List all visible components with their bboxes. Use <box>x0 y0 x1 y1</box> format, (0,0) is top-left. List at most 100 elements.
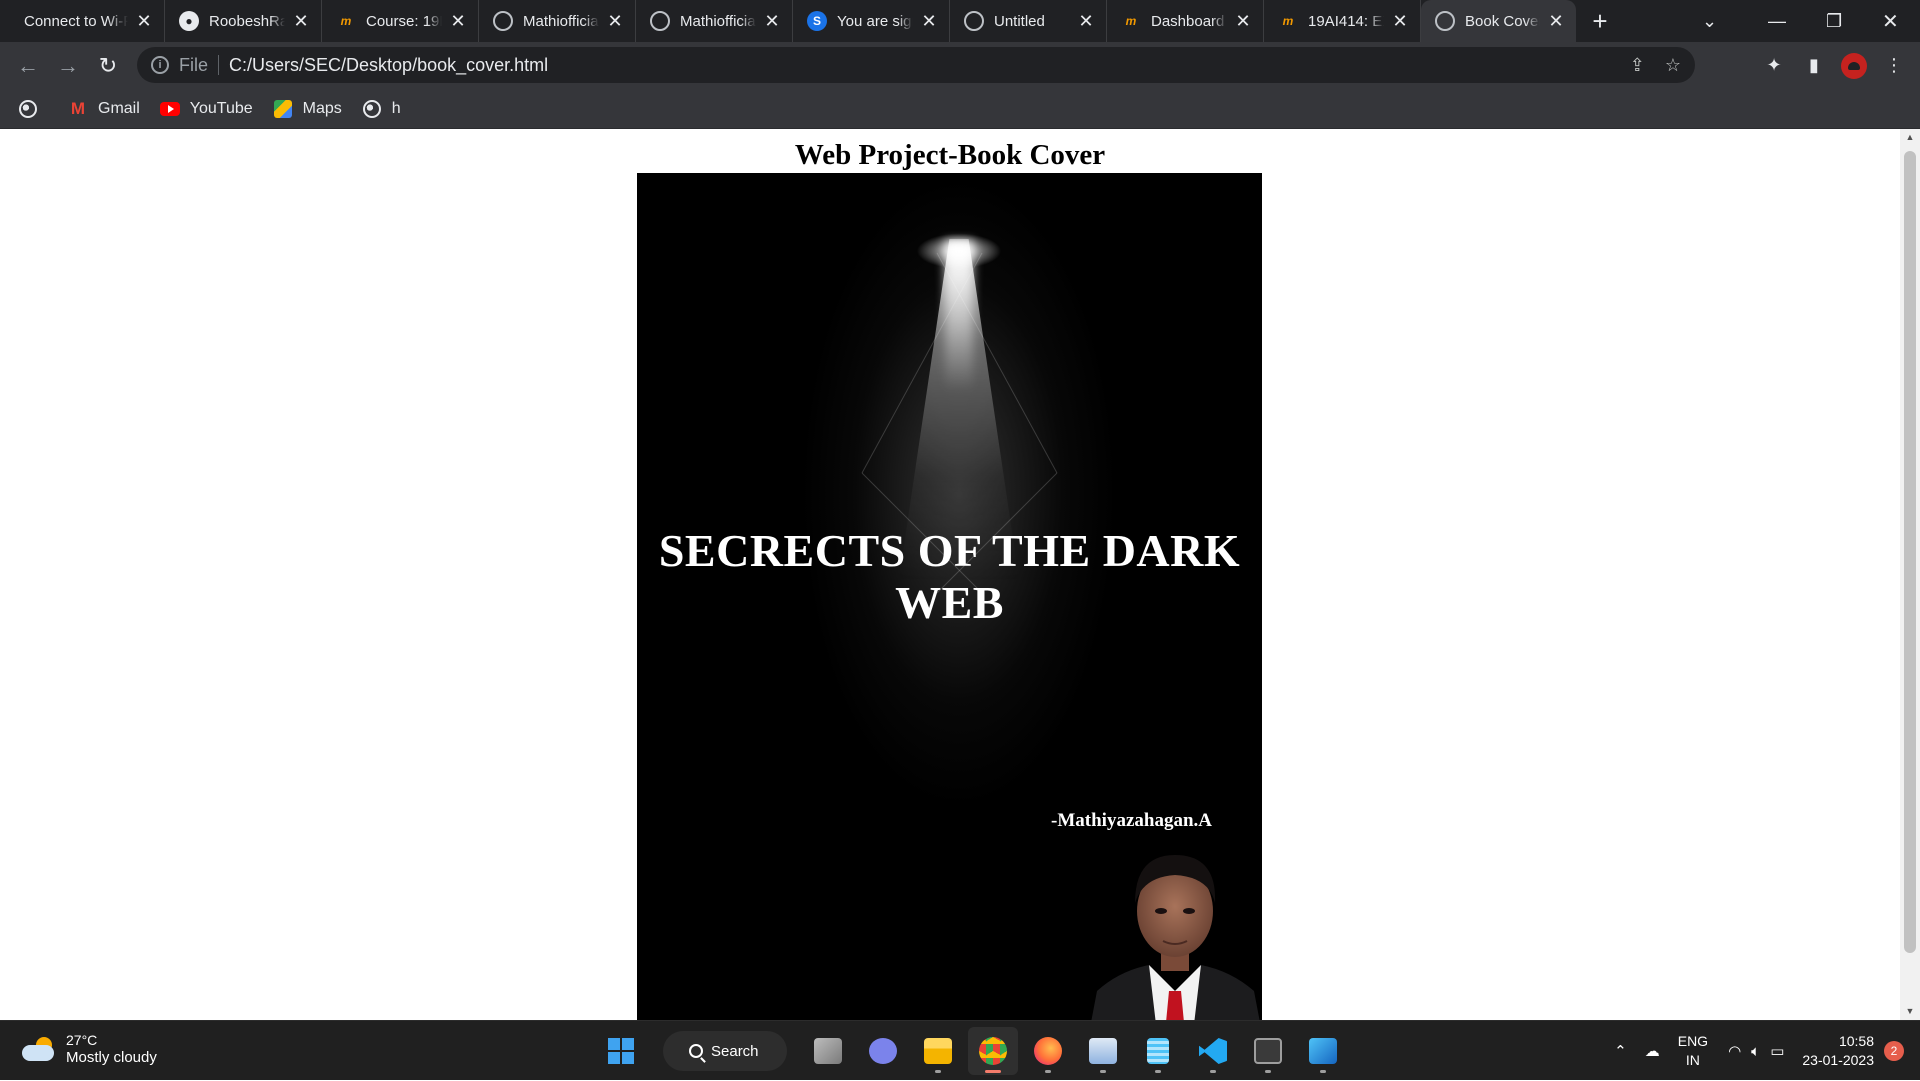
running-indicator <box>1320 1070 1326 1073</box>
tab-label: 19AI414: EX <box>1308 12 1384 30</box>
terminal-icon <box>1254 1038 1282 1064</box>
running-indicator <box>1265 1070 1271 1073</box>
minimize-button[interactable]: — <box>1768 0 1786 42</box>
forward-button[interactable]: → <box>48 46 88 86</box>
clock[interactable]: 10:58 23-01-2023 <box>1802 1032 1874 1070</box>
profile-avatar[interactable] <box>1834 46 1874 86</box>
close-icon[interactable]: ✕ <box>450 12 466 30</box>
bookmark-apps[interactable] <box>18 99 48 118</box>
task-view-button[interactable] <box>803 1027 853 1075</box>
tab-mathiofficial-2[interactable]: Mathiofficial ✕ <box>636 0 793 42</box>
taskbar-apps: Search <box>596 1027 1353 1075</box>
url-scheme: File <box>179 54 209 75</box>
tab-19ai414[interactable]: m 19AI414: EX ✕ <box>1264 0 1421 42</box>
reload-button[interactable]: ↻ <box>88 46 128 86</box>
weather-widget[interactable]: 27°C Mostly cloudy <box>22 1031 157 1067</box>
bookmark-star-icon[interactable]: ☆ <box>1665 55 1681 76</box>
new-tab-button[interactable]: + <box>1576 0 1624 42</box>
tab-signed-in[interactable]: S You are signed ✕ <box>793 0 950 42</box>
close-icon[interactable]: ✕ <box>1548 12 1564 30</box>
firefox-button[interactable] <box>1023 1027 1073 1075</box>
bookmark-gmail[interactable]: M Gmail <box>68 99 140 118</box>
teams-chat-button[interactable] <box>858 1027 908 1075</box>
bookmark-h[interactable]: h <box>362 99 401 118</box>
app-button[interactable] <box>1298 1027 1348 1075</box>
tab-course[interactable]: m Course: 19M ✕ <box>322 0 479 42</box>
bookmark-label: Gmail <box>98 99 140 117</box>
scroll-thumb[interactable] <box>1904 151 1916 953</box>
notification-badge[interactable]: 2 <box>1884 1041 1904 1061</box>
close-icon[interactable]: ✕ <box>607 12 623 30</box>
windows-taskbar: 27°C Mostly cloudy Search ⌃ ☁ ENG IN ◠ 🔈… <box>0 1020 1920 1080</box>
tab-mathiofficial-1[interactable]: Mathiofficial ✕ <box>479 0 636 42</box>
close-icon[interactable]: ✕ <box>1235 12 1251 30</box>
close-window-button[interactable]: ✕ <box>1882 0 1899 42</box>
weather-condition: Mostly cloudy <box>66 1049 157 1066</box>
back-button[interactable]: ← <box>8 46 48 86</box>
chrome-button[interactable] <box>968 1027 1018 1075</box>
running-indicator <box>1100 1070 1106 1073</box>
close-icon[interactable]: ✕ <box>293 12 309 30</box>
menu-icon[interactable]: ⋮ <box>1874 46 1914 86</box>
tab-label: Untitled <box>994 12 1045 30</box>
paint-button[interactable] <box>1078 1027 1128 1075</box>
close-icon[interactable]: ✕ <box>921 12 937 30</box>
tab-github[interactable]: ● RoobeshRaj ✕ <box>165 0 322 42</box>
volume-icon[interactable]: 🔈︎ <box>1751 1043 1760 1060</box>
bookmark-youtube[interactable]: YouTube <box>159 100 253 118</box>
tab-connect-wifi[interactable]: Connect to Wi-Fi ✕ <box>0 0 165 42</box>
taskbar-search[interactable]: Search <box>663 1031 787 1071</box>
clock-time: 10:58 <box>1838 1033 1874 1049</box>
address-bar[interactable]: i File C:/Users/SEC/Desktop/book_cover.h… <box>137 47 1695 83</box>
tab-label: RoobeshRaj <box>209 12 285 30</box>
scroll-down-arrow-icon[interactable]: ▼ <box>1900 1003 1920 1020</box>
firefox-icon <box>1034 1037 1062 1065</box>
start-button[interactable] <box>596 1027 646 1075</box>
close-icon[interactable]: ✕ <box>1078 12 1094 30</box>
lang-code: ENG <box>1677 1033 1709 1049</box>
scroll-up-arrow-icon[interactable]: ▲ <box>1900 129 1920 146</box>
share-icon[interactable]: ⇪ <box>1630 55 1645 76</box>
page-scrollbar[interactable]: ▲ ▼ <box>1900 129 1920 1020</box>
vscode-button[interactable] <box>1188 1027 1238 1075</box>
search-label: Search <box>711 1042 759 1060</box>
github-icon: ● <box>179 11 199 31</box>
tab-untitled[interactable]: Untitled ✕ <box>950 0 1107 42</box>
wifi-icon[interactable]: ◠ <box>1728 1042 1741 1060</box>
page-viewport: Web Project-Book Cover SECRECTS OF THE D… <box>0 129 1920 1020</box>
author-photo <box>1091 855 1260 1020</box>
url-text[interactable]: C:/Users/SEC/Desktop/book_cover.html <box>229 55 548 76</box>
tab-search-icon[interactable]: ⌄ <box>1702 0 1717 42</box>
info-icon[interactable]: i <box>151 56 169 74</box>
language-indicator[interactable]: ENG IN <box>1678 1032 1708 1070</box>
bookmark-maps[interactable]: Maps <box>273 99 342 118</box>
extensions-icon[interactable]: ✦ <box>1754 46 1794 86</box>
close-icon[interactable]: ✕ <box>1392 12 1408 30</box>
onedrive-cloud-icon[interactable]: ☁ <box>1645 1042 1660 1060</box>
lang-region: IN <box>1685 1052 1700 1068</box>
tab-dashboard[interactable]: m Dashboard ✕ <box>1107 0 1264 42</box>
search-icon <box>689 1044 703 1058</box>
chat-icon <box>869 1038 897 1064</box>
tab-label: Course: 19M <box>366 12 442 30</box>
side-panel-icon[interactable]: ▮ <box>1794 46 1834 86</box>
running-indicator <box>935 1070 941 1073</box>
tab-label: Mathiofficial <box>523 12 599 30</box>
restore-button[interactable]: ❐ <box>1826 0 1842 42</box>
notepad-button[interactable] <box>1133 1027 1183 1075</box>
close-icon[interactable]: ✕ <box>136 12 152 30</box>
terminal-button[interactable] <box>1243 1027 1293 1075</box>
tab-label: Book Cover <box>1465 12 1540 30</box>
book-cover: SECRECTS OF THE DARK WEB -Mathiyazahagan… <box>637 173 1262 1020</box>
running-indicator <box>1210 1070 1216 1073</box>
book-author: -Mathiyazahagan.A <box>1051 810 1212 831</box>
close-icon[interactable]: ✕ <box>764 12 780 30</box>
chevron-up-icon[interactable]: ⌃ <box>1614 1042 1627 1060</box>
running-indicator <box>1045 1070 1051 1073</box>
file-explorer-button[interactable] <box>913 1027 963 1075</box>
tab-book-cover[interactable]: Book Cover ✕ <box>1421 0 1576 42</box>
s-icon: S <box>807 11 827 31</box>
globe-icon <box>362 99 382 118</box>
globe-icon <box>650 11 670 31</box>
battery-icon[interactable]: ▭ <box>1770 1042 1784 1060</box>
